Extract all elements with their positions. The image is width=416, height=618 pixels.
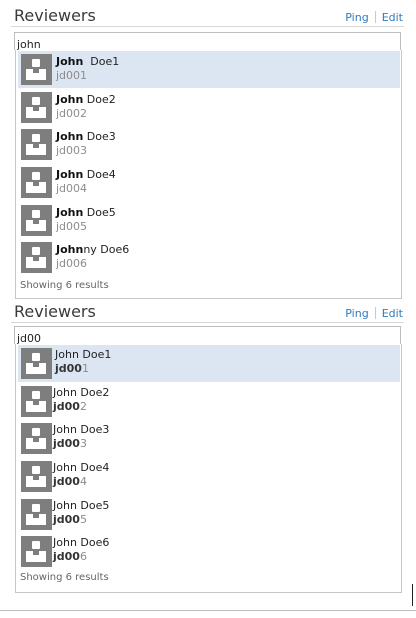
id-match: jd00	[53, 513, 80, 526]
result-row[interactable]: John Doe4 jd004	[18, 458, 400, 495]
reviewer-name: John Doe1	[56, 55, 119, 68]
reviewer-id: jd006	[56, 257, 88, 270]
reviewer-name: Johnny Doe6	[56, 243, 129, 256]
results-count: Showing 6 results	[20, 572, 109, 583]
id-match: jd00	[53, 550, 80, 563]
reviewer-id: jd003	[53, 437, 87, 450]
link-divider	[374, 11, 376, 23]
reviewers-title: Reviewers	[14, 302, 96, 321]
header-actions: Ping Edit	[345, 307, 403, 320]
result-row[interactable]: John Doe2 jd002	[18, 383, 400, 420]
reviewer-search-box	[14, 326, 402, 347]
reviewer-id: jd004	[53, 475, 87, 488]
results-count: Showing 6 results	[20, 280, 109, 291]
result-row[interactable]: John Doe1 jd001	[18, 51, 400, 88]
search-results-list: John Doe1 jd001 John Doe2 jd002 John Doe…	[15, 50, 402, 299]
person-placeholder-icon	[21, 536, 52, 567]
name-rest: Doe1	[83, 55, 120, 68]
name-rest: Doe3	[83, 130, 116, 143]
id-match: jd00	[55, 362, 82, 375]
reviewers-panel-jd00: Reviewers PingEdit John Doe1 jd001 John …	[11, 296, 404, 593]
reviewer-name: John Doe4	[53, 461, 110, 474]
result-row[interactable]: John Doe5 jd005	[18, 496, 400, 533]
reviewer-name: John Doe5	[53, 499, 110, 512]
reviewer-id: jd002	[53, 400, 87, 413]
link-divider	[374, 307, 376, 319]
id-rest: 6	[79, 550, 87, 563]
reviewer-name: John Doe5	[56, 206, 116, 219]
reviewers-title: Reviewers	[14, 6, 96, 25]
result-row[interactable]: John Doe5 jd005	[18, 202, 400, 239]
result-row[interactable]: John Doe1 jd001	[18, 345, 400, 382]
result-row[interactable]: John Doe3 jd003	[18, 126, 400, 163]
person-placeholder-icon	[21, 54, 52, 85]
reviewer-name: John Doe2	[56, 93, 116, 106]
reviewer-name: John Doe1	[55, 348, 112, 361]
reviewer-id: jd001	[56, 69, 88, 82]
person-placeholder-icon	[21, 92, 52, 123]
result-row[interactable]: John Doe6 jd006	[18, 533, 400, 570]
reviewer-id: jd004	[56, 182, 88, 195]
result-row[interactable]: John Doe2 jd002	[18, 89, 400, 126]
person-placeholder-icon	[21, 499, 52, 530]
name-rest: ny Doe6	[83, 243, 130, 256]
person-placeholder-icon	[21, 205, 52, 236]
person-placeholder-icon	[21, 386, 52, 417]
person-placeholder-icon	[21, 242, 52, 273]
ping-link[interactable]: Ping	[345, 11, 368, 24]
header-actions: Ping Edit	[345, 11, 403, 24]
person-placeholder-icon	[21, 129, 52, 160]
person-placeholder-icon	[21, 461, 52, 492]
reviewers-header: Reviewers Ping Edit	[11, 296, 404, 323]
name-match: John	[56, 168, 84, 181]
person-placeholder-icon	[21, 167, 52, 198]
bottom-divider	[0, 610, 416, 611]
name-match: John	[56, 93, 84, 106]
reviewers-header: Reviewers Ping Edit	[11, 0, 404, 27]
name-rest: Doe5	[83, 206, 116, 219]
person-placeholder-icon	[21, 348, 52, 379]
reviewers-panel-john: Reviewers Ping Edit John Doe1 jd001 John …	[11, 0, 404, 299]
edit-link[interactable]: Edit	[382, 307, 403, 320]
name-match: John	[56, 130, 84, 143]
reviewer-id: jd005	[56, 220, 88, 233]
person-placeholder-icon	[21, 423, 52, 454]
id-rest: 2	[79, 400, 87, 413]
id-match: jd00	[53, 400, 80, 413]
name-match: John	[56, 206, 84, 219]
reviewer-id: jd003	[56, 144, 88, 157]
id-rest: 5	[79, 513, 87, 526]
search-results-list: John Doe1 jd001 John Doe2 jd002 John Doe…	[15, 344, 402, 593]
name-match: John	[56, 243, 84, 256]
result-row[interactable]: Johnny Doe6 jd006	[18, 239, 400, 276]
id-match: jd00	[53, 437, 80, 450]
text-cursor	[412, 584, 413, 606]
reviewer-name: John Doe3	[53, 423, 110, 436]
reviewer-search-box	[14, 32, 402, 53]
edit-link[interactable]: Edit	[382, 11, 403, 24]
id-rest: 3	[79, 437, 87, 450]
reviewer-name: John Doe6	[53, 536, 110, 549]
reviewer-id: jd002	[56, 107, 88, 120]
reviewer-id: jd001	[55, 362, 89, 375]
name-rest: Doe2	[83, 93, 116, 106]
reviewer-id: jd006	[53, 550, 87, 563]
name-rest: Doe4	[83, 168, 116, 181]
id-match: jd00	[53, 475, 80, 488]
ping-link[interactable]: Ping	[345, 307, 368, 320]
id-rest: 1	[81, 362, 89, 375]
result-row[interactable]: John Doe4 jd004	[18, 164, 400, 201]
name-match: John	[56, 55, 84, 68]
id-rest: 4	[79, 475, 87, 488]
result-row[interactable]: John Doe3 jd003	[18, 420, 400, 457]
reviewer-name: John Doe3	[56, 130, 116, 143]
reviewer-name: John Doe4	[56, 168, 116, 181]
reviewer-id: jd005	[53, 513, 87, 526]
reviewer-name: John Doe2	[53, 386, 110, 399]
